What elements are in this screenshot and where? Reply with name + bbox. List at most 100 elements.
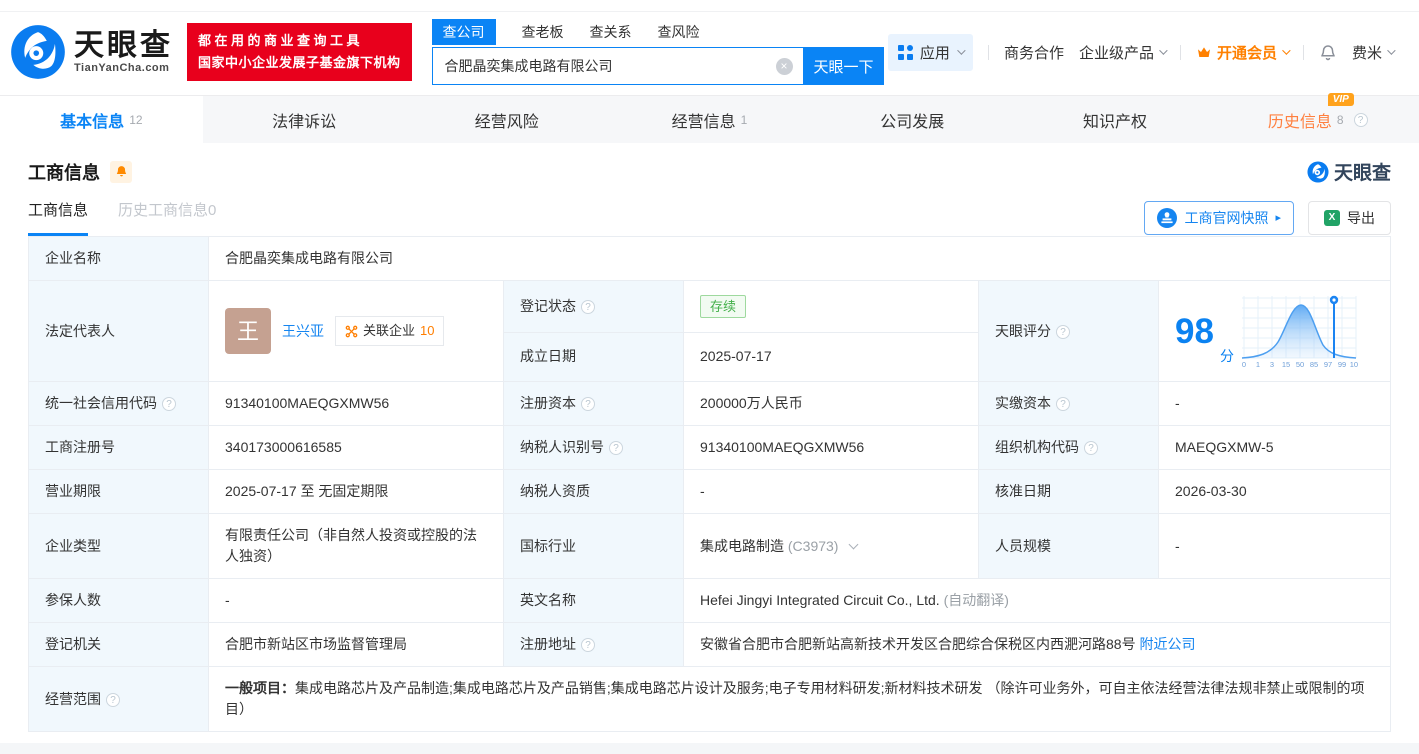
cell-address: 安徽省合肥市合肥新站高新技术开发区合肥综合保税区内西淝河路88号 附近公司 xyxy=(684,623,1391,667)
question-icon[interactable]: ? xyxy=(1056,397,1070,411)
chevron-down-icon[interactable] xyxy=(849,539,859,549)
label-english-name: 英文名称 xyxy=(504,579,684,623)
field-label: 登记状态 xyxy=(520,298,576,314)
field-label: 工商注册号 xyxy=(45,439,115,455)
export-label: 导出 xyxy=(1347,208,1375,228)
table-row: 参保人数 - 英文名称 Hefei Jingyi Integrated Circ… xyxy=(29,579,1391,623)
nav-enterprise-products[interactable]: 企业级产品 xyxy=(1079,42,1165,63)
section-header: 工商信息 天眼查 xyxy=(28,158,1391,185)
tab-company-development[interactable]: 公司发展 xyxy=(811,96,1014,143)
tianyancha-swirl-icon xyxy=(1307,161,1329,183)
field-label: 天眼评分 xyxy=(995,323,1051,339)
table-row: 营业期限 2025-07-17 至 无固定期限 纳税人资质 - 核准日期 202… xyxy=(29,470,1391,514)
table-row: 登记机关 合肥市新站区市场监督管理局 注册地址? 安徽省合肥市合肥新站高新技术开… xyxy=(29,623,1391,667)
question-icon[interactable]: ? xyxy=(581,300,595,314)
user-menu[interactable]: 费米 xyxy=(1352,42,1393,63)
notification-bell-icon[interactable] xyxy=(1319,43,1337,61)
question-icon[interactable]: ? xyxy=(1354,113,1368,127)
site-logo[interactable]: 天眼查 TianYanCha.com xyxy=(10,24,173,80)
field-label: 英文名称 xyxy=(520,592,576,608)
business-info-table: 企业名称 合肥晶奕集成电路有限公司 法定代表人 王 王兴亚 关联企业 1 xyxy=(28,236,1391,732)
promo-line1: 都在用的商业查询工具 xyxy=(198,30,401,52)
svg-text:1: 1 xyxy=(1256,360,1260,369)
related-label: 关联企业 xyxy=(363,321,415,341)
legal-rep-avatar[interactable]: 王 xyxy=(225,308,271,354)
cell-approval-date: 2026-03-30 xyxy=(1159,470,1391,514)
svg-text:99: 99 xyxy=(1338,360,1346,369)
monitor-bell-button[interactable] xyxy=(110,161,132,183)
tab-label: 经营风险 xyxy=(475,108,539,132)
promo-banner: 都在用的商业查询工具 国家中小企业发展子基金旗下机构 xyxy=(187,23,412,81)
search-input-wrap: × xyxy=(432,47,804,85)
tab-legal-litigation[interactable]: 法律诉讼 xyxy=(203,96,406,143)
search-button[interactable]: 天眼一下 xyxy=(804,47,884,85)
question-icon[interactable]: ? xyxy=(609,441,623,455)
field-label: 企业类型 xyxy=(45,538,101,554)
nav-open-vip[interactable]: 开通会员 xyxy=(1196,42,1288,63)
tab-operating-risk[interactable]: 经营风险 xyxy=(405,96,608,143)
score-value: 98 xyxy=(1175,314,1214,349)
footer-strip xyxy=(0,743,1419,754)
question-icon[interactable]: ? xyxy=(106,693,120,707)
table-row: 法定代表人 王 王兴亚 关联企业 10 登记状态? xyxy=(29,281,1391,333)
label-org-code: 组织机构代码? xyxy=(979,426,1159,470)
related-companies-badge[interactable]: 关联企业 10 xyxy=(335,316,444,346)
label-paid-capital: 实缴资本? xyxy=(979,382,1159,426)
cell-reg-number: 340173000616585 xyxy=(209,426,504,470)
tab-basic-info[interactable]: 基本信息 12 xyxy=(0,96,203,143)
top-divider xyxy=(0,0,1419,12)
export-button[interactable]: X 导出 xyxy=(1308,201,1391,235)
label-business-term: 营业期限 xyxy=(29,470,209,514)
search-input[interactable] xyxy=(433,48,803,84)
apps-grid-icon xyxy=(898,45,913,60)
question-icon[interactable]: ? xyxy=(581,638,595,652)
question-icon[interactable]: ? xyxy=(162,397,176,411)
divider xyxy=(988,45,989,60)
field-label: 企业名称 xyxy=(45,250,101,266)
cell-credit-code: 91340100MAEQGXMW56 xyxy=(209,382,504,426)
address-text: 安徽省合肥市合肥新站高新技术开发区合肥综合保税区内西淝河路88号 xyxy=(700,636,1136,652)
subtab-business-info[interactable]: 工商信息 xyxy=(28,199,88,236)
nearby-companies-link[interactable]: 附近公司 xyxy=(1139,636,1195,652)
industry-code: (C3973) xyxy=(788,538,839,554)
field-label: 核准日期 xyxy=(995,483,1051,499)
arrow-right-icon: ▸ xyxy=(1275,211,1281,224)
nav-cooperation[interactable]: 商务合作 xyxy=(1004,42,1064,63)
company-section-tabs: 基本信息 12 法律诉讼 经营风险 经营信息 1 公司发展 知识产权 历史信息 … xyxy=(0,95,1419,143)
apps-menu[interactable]: 应用 xyxy=(888,34,973,71)
label-reg-capital: 注册资本? xyxy=(504,382,684,426)
scope-text: 集成电路芯片及产品制造;集成电路芯片及产品销售;集成电路芯片设计及服务;电子专用… xyxy=(225,680,1364,717)
cell-legal-rep: 王 王兴亚 关联企业 10 xyxy=(209,281,504,382)
search-tab-relation[interactable]: 查关系 xyxy=(590,19,632,45)
crown-icon xyxy=(1196,44,1212,60)
snapshot-label: 工商官网快照 xyxy=(1184,208,1268,228)
svg-text:3: 3 xyxy=(1270,360,1274,369)
tianyancha-swirl-icon xyxy=(10,24,66,80)
label-staff-size: 人员规模 xyxy=(979,514,1159,579)
question-icon[interactable]: ? xyxy=(1056,325,1070,339)
network-icon xyxy=(345,325,358,338)
english-name: Hefei Jingyi Integrated Circuit Co., Ltd… xyxy=(700,592,940,608)
cell-taxpayer-id: 91340100MAEQGXMW56 xyxy=(684,426,979,470)
search-tab-risk[interactable]: 查风险 xyxy=(658,19,700,45)
clear-search-icon[interactable]: × xyxy=(776,58,793,75)
question-icon[interactable]: ? xyxy=(581,397,595,411)
search-tab-boss[interactable]: 查老板 xyxy=(522,19,564,45)
tab-intellectual-property[interactable]: 知识产权 xyxy=(1014,96,1217,143)
search-tab-company[interactable]: 查公司 xyxy=(432,19,496,45)
tab-history-info[interactable]: 历史信息 VIP 8 ? xyxy=(1216,96,1419,143)
score-distribution-chart: 0 1 3 15 50 85 97 99 100 xyxy=(1240,292,1358,370)
tab-label: 经营信息 xyxy=(672,108,736,132)
official-snapshot-button[interactable]: 工商官网快照 ▸ xyxy=(1144,201,1294,235)
bell-curve-area xyxy=(1242,305,1356,358)
field-label: 注册资本 xyxy=(520,395,576,411)
subtab-history-business-info[interactable]: 历史工商信息0 xyxy=(118,199,216,236)
question-icon[interactable]: ? xyxy=(1084,441,1098,455)
field-label: 实缴资本 xyxy=(995,395,1051,411)
table-row: 企业名称 合肥晶奕集成电路有限公司 xyxy=(29,237,1391,281)
legal-rep-link[interactable]: 王兴亚 xyxy=(282,321,324,342)
tab-label: 法律诉讼 xyxy=(272,108,336,132)
chevron-down-icon xyxy=(1159,46,1167,54)
tab-operating-info[interactable]: 经营信息 1 xyxy=(608,96,811,143)
scope-prefix: 一般项目： xyxy=(225,680,295,696)
